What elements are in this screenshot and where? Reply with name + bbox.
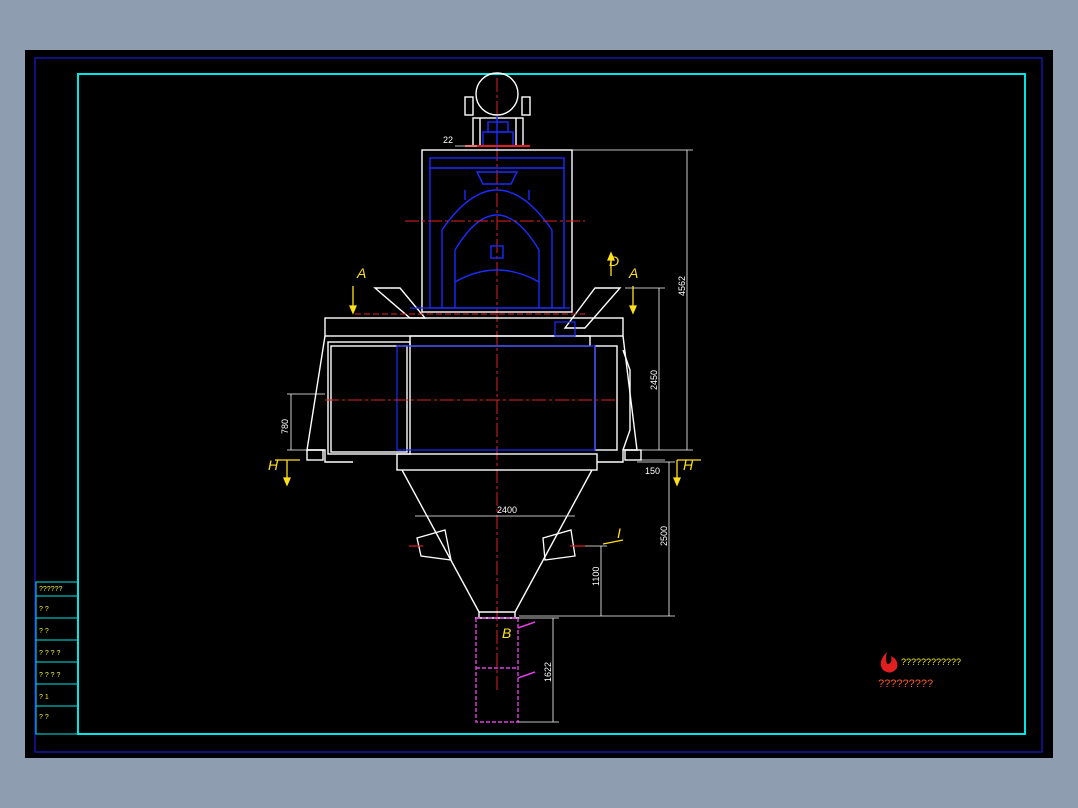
title-row-7: ? ?	[39, 714, 49, 721]
pipe-arrow-2	[517, 671, 536, 679]
section-a-right: A	[628, 265, 638, 281]
title-row-4: ? ? ? ?	[39, 650, 61, 657]
dimension-texts: 22 4562 2450 780 150 2400 2500 1100 1622	[280, 135, 687, 682]
cad-drawing: ?????? ? ? ? ? ? ? ? ? ? ? ? ? ? 1 ? ? 2…	[34, 57, 1043, 753]
title-block	[35, 581, 79, 735]
section-i-mark: I	[617, 525, 621, 541]
dim-780: 780	[280, 419, 290, 434]
section-h-right: H	[683, 457, 694, 473]
dim-1622: 1622	[543, 662, 553, 682]
outer-frame	[34, 57, 1043, 753]
dim-22: 22	[443, 135, 453, 145]
dimension-lines	[287, 145, 693, 723]
title-row-5: ? ? ? ?	[39, 672, 61, 679]
dim-2500: 2500	[659, 526, 669, 546]
pipe-arrow-1	[517, 621, 536, 629]
left-side-outlet	[416, 529, 452, 561]
right-side-outlet	[542, 529, 576, 561]
main-body-hidden	[396, 307, 596, 451]
flame-icon	[880, 652, 898, 673]
title-row-3: ? ?	[39, 628, 49, 635]
section-d-mark: D	[609, 253, 619, 269]
dim-2450: 2450	[649, 370, 659, 390]
motor-coupling	[482, 116, 514, 150]
logo: ???????????? ?????????	[878, 652, 961, 690]
section-label-texts: A A D H H B I	[268, 253, 694, 641]
inner-frame	[77, 73, 1026, 735]
dim-150: 150	[645, 466, 660, 476]
main-body	[306, 317, 642, 471]
title-row-6: ? 1	[39, 694, 49, 701]
title-block-text: ?????? ? ? ? ? ? ? ? ? ? ? ? ? ? 1 ? ?	[39, 586, 62, 721]
section-markers	[275, 251, 701, 545]
title-row-2: ? ?	[39, 606, 49, 613]
dim-4562: 4562	[677, 276, 687, 296]
section-b-mark: B	[502, 625, 511, 641]
logo-line-1: ????????????	[901, 657, 961, 667]
title-row-1: ??????	[39, 586, 62, 593]
section-h-left: H	[268, 457, 279, 473]
dim-2400: 2400	[497, 505, 517, 515]
section-a-left: A	[356, 265, 366, 281]
dim-1100: 1100	[591, 567, 601, 586]
cad-viewport[interactable]: ?????? ? ? ? ? ? ? ? ? ? ? ? ? ? 1 ? ? 2…	[25, 50, 1053, 758]
logo-line-2: ?????????	[878, 678, 933, 690]
